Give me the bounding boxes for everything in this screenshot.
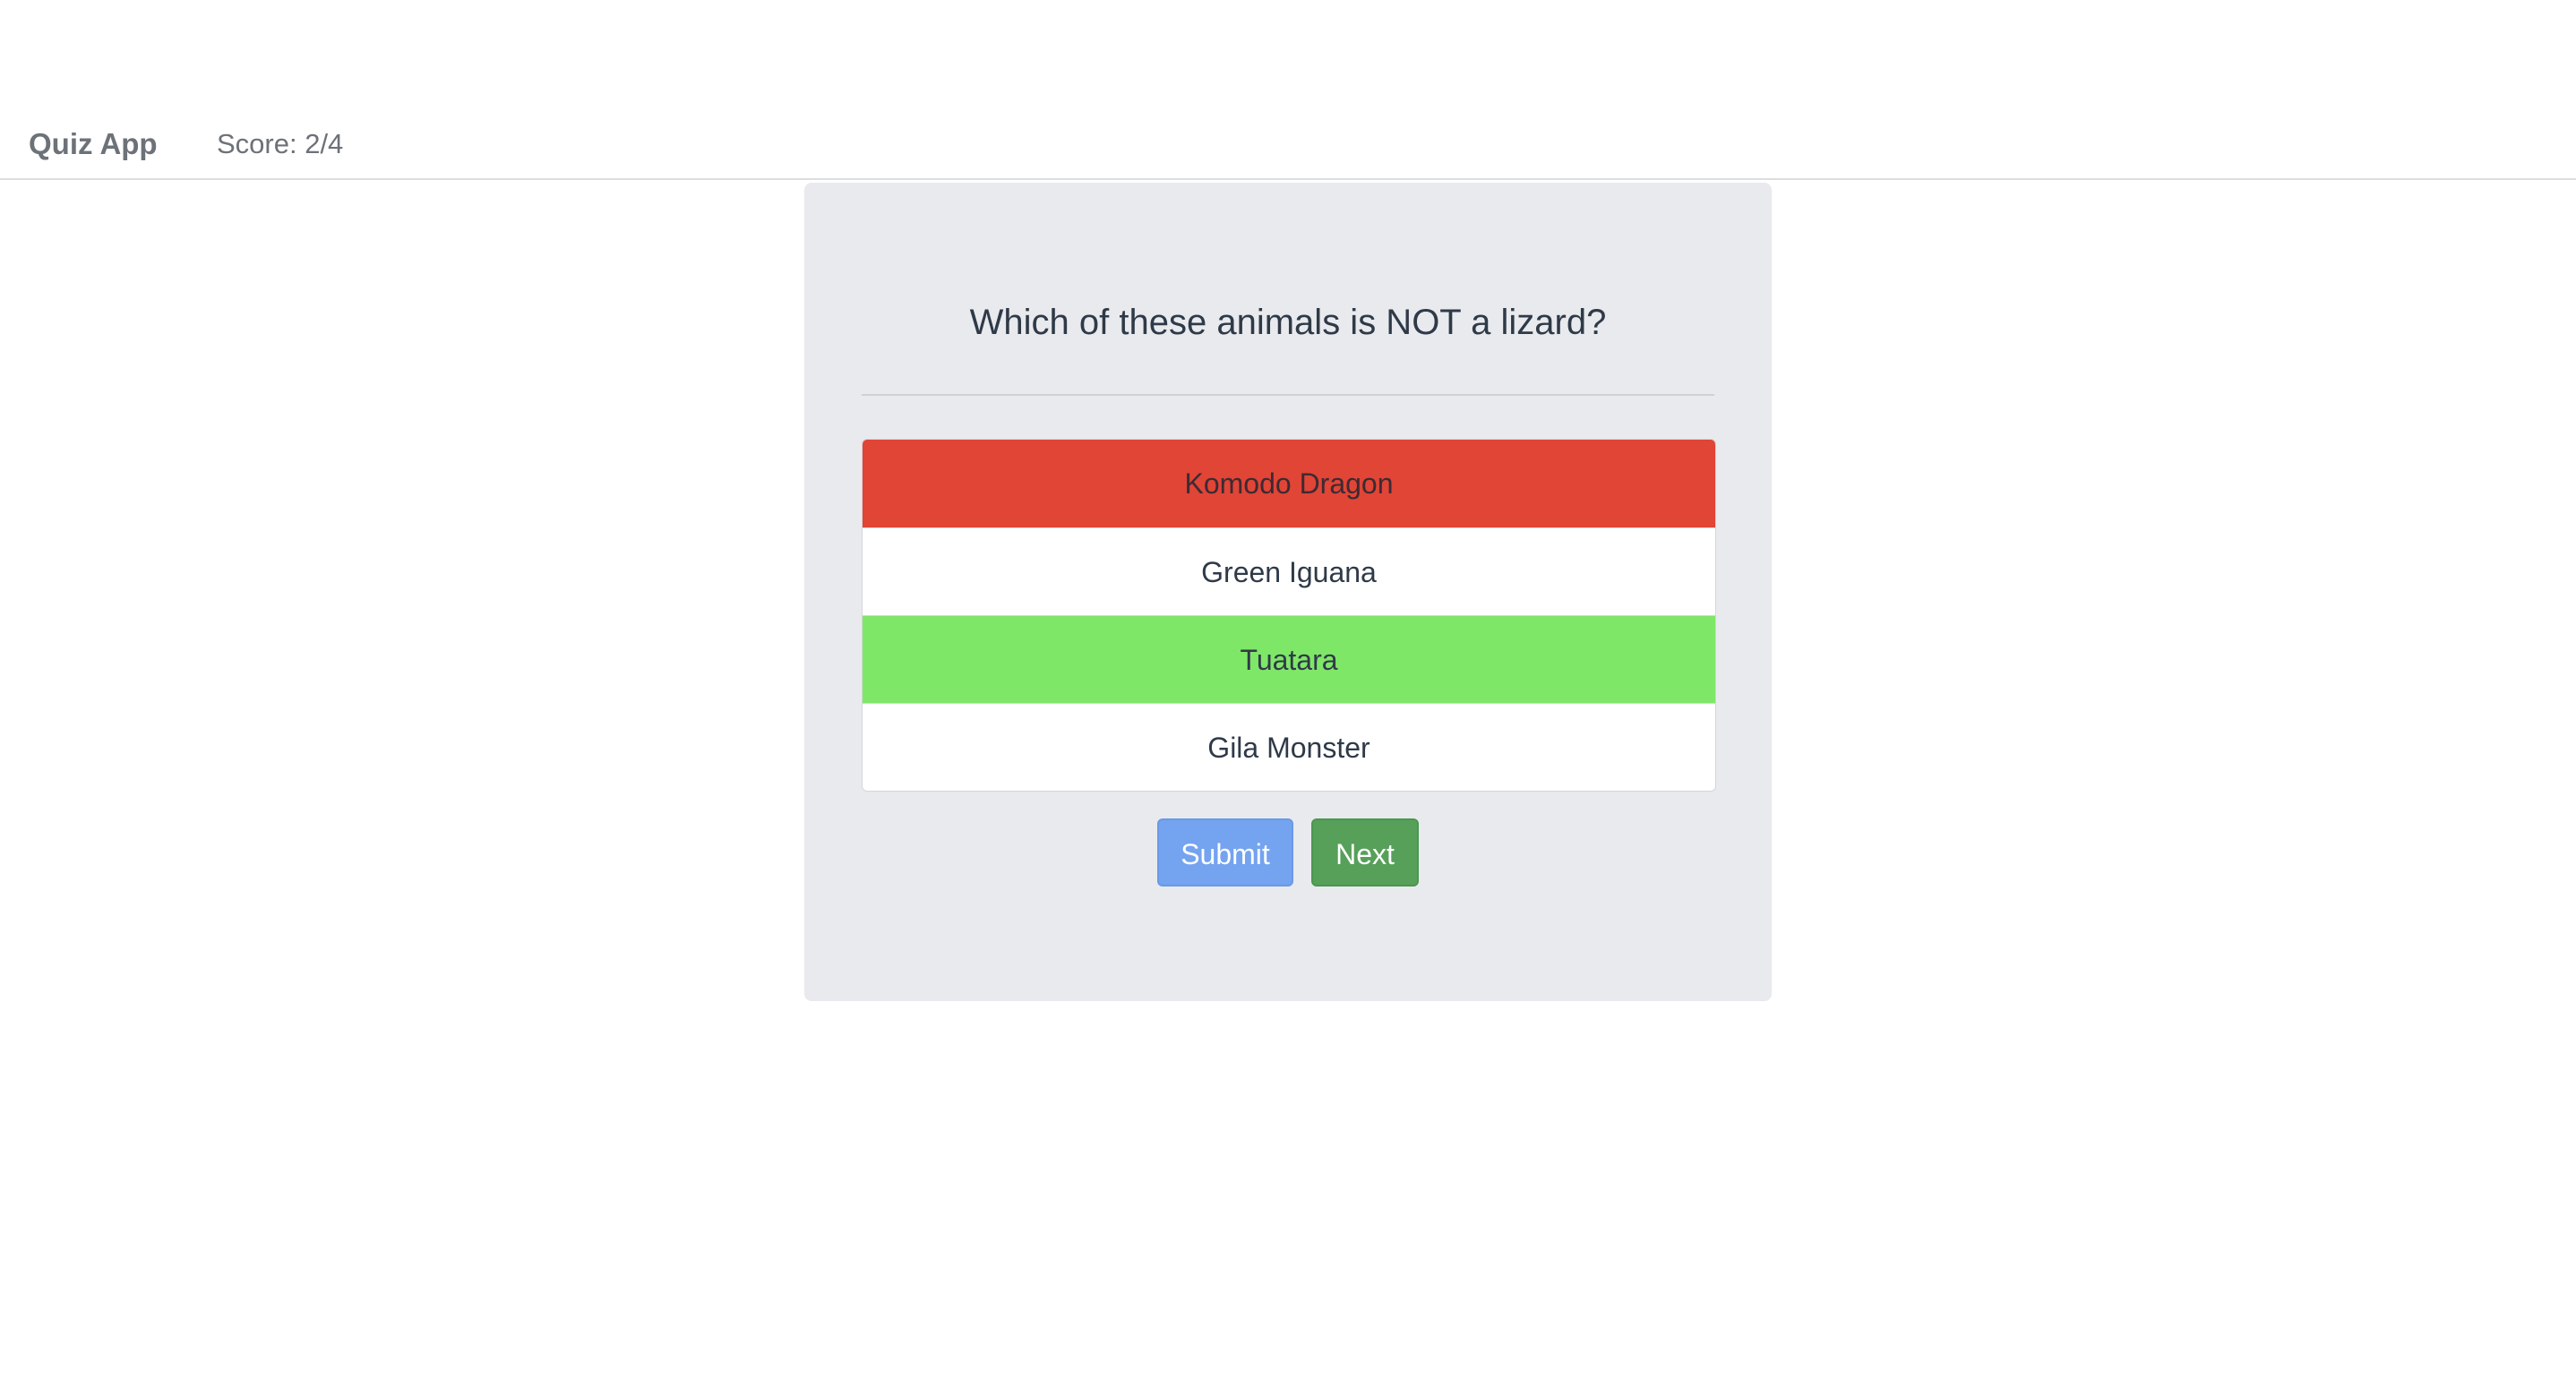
- score-display: Score: 2/4: [217, 128, 344, 159]
- question-text: Which of these animals is NOT a lizard?: [969, 303, 1607, 342]
- answer-options-list: Komodo Dragon Green Iguana Tuatara Gila …: [862, 439, 1716, 792]
- answer-option-komodo-dragon[interactable]: Komodo Dragon: [863, 440, 1715, 527]
- answer-option-green-iguana[interactable]: Green Iguana: [863, 527, 1715, 615]
- answer-option-tuatara[interactable]: Tuatara: [863, 615, 1715, 703]
- answer-option-gila-monster[interactable]: Gila Monster: [863, 703, 1715, 791]
- app-brand[interactable]: Quiz App: [29, 124, 158, 164]
- next-button[interactable]: Next: [1311, 818, 1419, 886]
- navbar: Quiz App Score: 2/4: [0, 0, 2576, 180]
- divider: [862, 394, 1714, 396]
- submit-button[interactable]: Submit: [1157, 818, 1293, 886]
